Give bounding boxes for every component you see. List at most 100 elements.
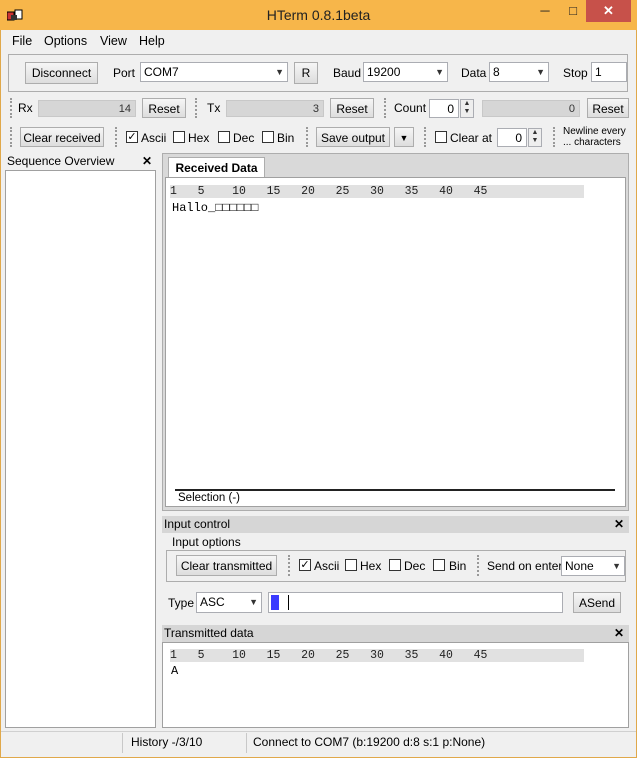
newline-every-label: Newline every... characters — [563, 126, 626, 148]
chevron-down-icon: ▼ — [275, 67, 284, 77]
sequence-overview-title: Sequence Overview — [5, 153, 156, 170]
chevron-down-icon: ▼ — [612, 561, 621, 571]
toolbar-grip[interactable] — [384, 98, 387, 118]
refresh-ports-button[interactable]: R — [294, 62, 318, 84]
rx-counter: 14 — [38, 100, 136, 117]
clear-at-checkbox[interactable] — [435, 131, 447, 143]
input-bin-checkbox[interactable] — [433, 559, 445, 571]
menu-help[interactable]: Help — [139, 32, 165, 50]
close-icon[interactable]: ✕ — [142, 154, 152, 168]
input-ascii-label: Ascii — [314, 559, 340, 573]
disconnect-button[interactable]: Disconnect — [25, 62, 98, 84]
transmitted-ruler: 1 5 10 15 20 25 30 35 40 45 — [170, 649, 584, 662]
count-label: Count — [394, 101, 427, 115]
count-display: 0 — [482, 100, 580, 117]
toolbar-grip[interactable] — [424, 127, 427, 147]
newline-line-2: ... characters — [563, 137, 621, 148]
hex-label: Hex — [188, 131, 210, 145]
text-caret — [288, 595, 289, 610]
maximize-button[interactable]: □ — [556, 0, 590, 22]
count-reset-button[interactable]: Reset — [587, 98, 629, 118]
selection-label: Selection (-) — [178, 492, 240, 504]
sequence-overview-panel — [5, 170, 156, 728]
port-value: COM7 — [144, 65, 179, 79]
menu-view[interactable]: View — [100, 32, 127, 50]
tx-reset-button[interactable]: Reset — [330, 98, 374, 118]
chevron-down-icon: ▼ — [249, 597, 258, 607]
clear-at-spinner[interactable]: ▲ ▼ — [528, 128, 542, 147]
tx-counter: 3 — [226, 100, 324, 117]
received-content: Hallo_□□□□□□ — [172, 201, 259, 215]
close-icon[interactable]: ✕ — [614, 626, 624, 640]
send-on-enter-select[interactable]: None ▼ — [561, 556, 625, 576]
status-divider — [122, 733, 123, 753]
transmitted-data-title: Transmitted data — [162, 625, 629, 642]
toolbar-grip[interactable] — [477, 555, 480, 576]
chevron-down-icon: ▼ — [435, 67, 444, 77]
menu-file[interactable]: File — [12, 32, 32, 50]
input-dec-checkbox[interactable] — [389, 559, 401, 571]
menu-bar — [1, 30, 636, 52]
data-label: Data — [461, 66, 487, 80]
tab-received-data[interactable]: Received Data — [168, 157, 265, 177]
port-label: Port — [113, 66, 136, 80]
toolbar-grip[interactable] — [553, 127, 556, 147]
send-input[interactable] — [268, 592, 563, 613]
transmitted-content: A — [171, 664, 179, 678]
save-output-dropdown[interactable]: ▼ — [394, 127, 414, 147]
baud-label: Baud — [333, 66, 362, 80]
chevron-down-icon: ▼ — [399, 133, 409, 143]
selection-divider — [175, 489, 615, 491]
rx-reset-button[interactable]: Reset — [142, 98, 186, 118]
ascii-checkbox[interactable]: ✓ — [126, 131, 138, 143]
toolbar-grip[interactable] — [195, 98, 198, 118]
input-ascii-checkbox[interactable]: ✓ — [299, 559, 311, 571]
history-status: History -/3/10 — [131, 735, 203, 749]
rx-label: Rx — [18, 101, 33, 115]
send-on-enter-label: Send on enter — [487, 559, 563, 573]
baud-value: 19200 — [367, 65, 401, 79]
received-data-area — [165, 177, 626, 507]
hex-checkbox[interactable] — [173, 131, 185, 143]
toolbar-grip[interactable] — [115, 127, 118, 147]
input-dec-label: Dec — [404, 559, 426, 573]
save-output-button[interactable]: Save output — [316, 127, 390, 147]
input-hex-label: Hex — [360, 559, 382, 573]
type-select[interactable]: ASC ▼ — [196, 592, 262, 613]
toolbar-grip[interactable] — [10, 98, 13, 118]
input-control-title: Input control — [162, 516, 629, 533]
bin-label: Bin — [277, 131, 295, 145]
toolbar-grip[interactable] — [10, 127, 13, 147]
stop-bits-value: 1 — [595, 65, 602, 79]
bin-checkbox[interactable] — [262, 131, 274, 143]
close-icon[interactable]: ✕ — [614, 517, 624, 531]
ascii-label: Ascii — [141, 131, 167, 145]
clear-transmitted-button[interactable]: Clear transmitted — [176, 555, 277, 576]
send-on-enter-value: None — [565, 559, 594, 573]
newline-line-1: Newline every — [563, 126, 626, 137]
toolbar-grip[interactable] — [288, 555, 291, 576]
dec-label: Dec — [233, 131, 255, 145]
input-bin-label: Bin — [449, 559, 467, 573]
toolbar-grip[interactable] — [306, 127, 309, 147]
clear-received-button[interactable]: Clear received — [20, 127, 104, 147]
asend-button[interactable]: ASend — [573, 592, 621, 613]
clear-at-label: Clear at — [450, 131, 493, 145]
input-cursor — [271, 595, 279, 610]
baud-select[interactable]: 19200 ▼ — [363, 62, 448, 82]
stop-label: Stop — [563, 66, 588, 80]
data-bits-value: 8 — [493, 65, 500, 79]
status-divider — [246, 733, 247, 753]
count-input[interactable]: 0 — [429, 99, 459, 118]
stop-bits-select[interactable]: 1 — [591, 62, 627, 82]
chevron-down-icon: ▼ — [536, 67, 545, 77]
menu-options[interactable]: Options — [44, 32, 87, 50]
clear-at-input[interactable]: 0 — [497, 128, 527, 147]
data-bits-select[interactable]: 8 ▼ — [489, 62, 549, 82]
input-hex-checkbox[interactable] — [345, 559, 357, 571]
close-button[interactable]: ✕ — [586, 0, 631, 22]
port-select[interactable]: COM7 ▼ — [140, 62, 288, 82]
dec-checkbox[interactable] — [218, 131, 230, 143]
count-spinner[interactable]: ▲ ▼ — [460, 99, 474, 118]
input-options-label: Input options — [172, 535, 241, 549]
